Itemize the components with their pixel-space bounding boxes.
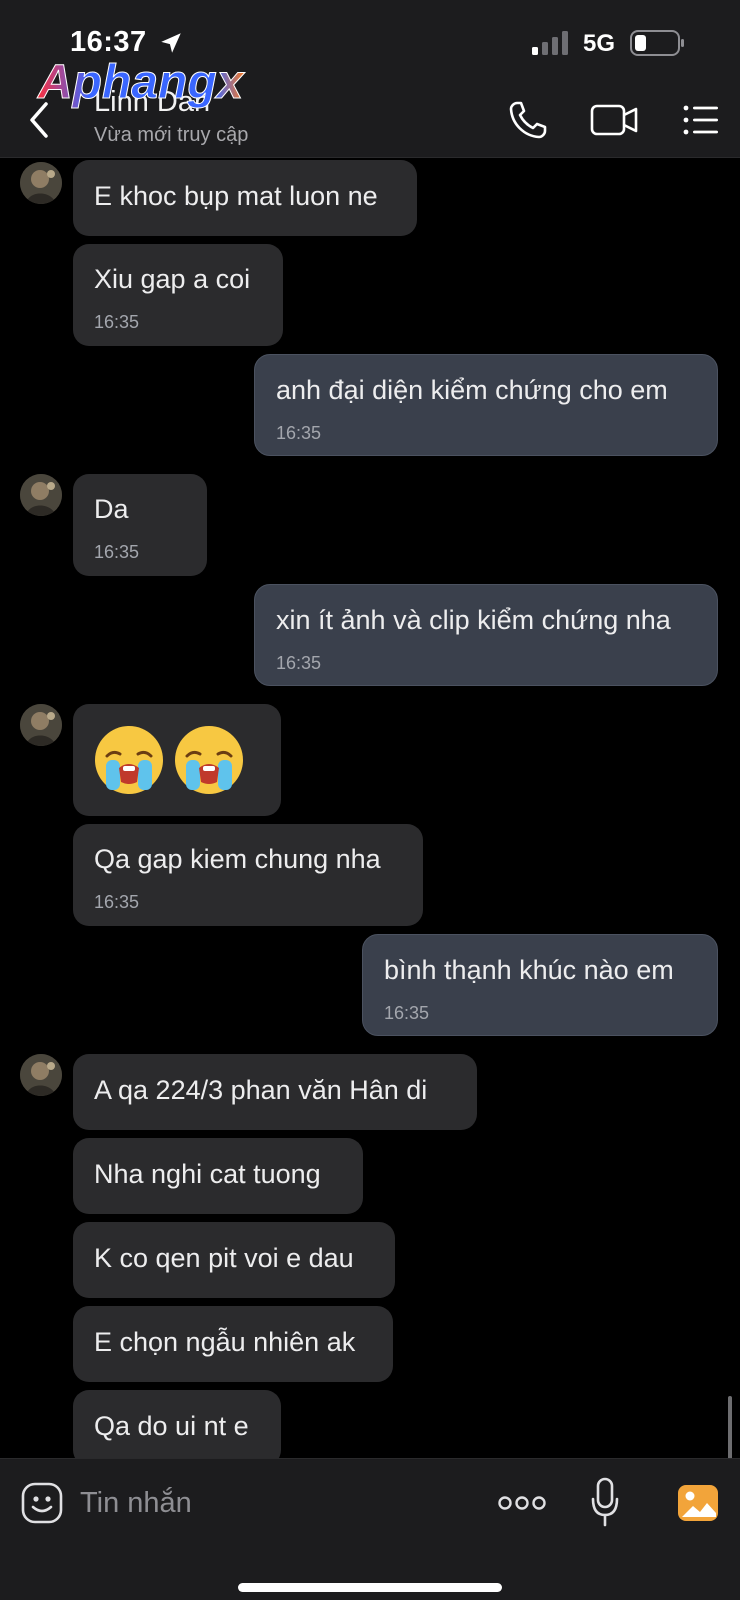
message-text: xin ít ảnh và clip kiểm chứng nha bbox=[276, 605, 671, 635]
watermark-text: Aphangx bbox=[37, 56, 246, 109]
location-arrow-icon bbox=[161, 33, 181, 53]
message-bubble-incoming[interactable]: Nha nghi cat tuong bbox=[73, 1138, 363, 1214]
scrollbar[interactable] bbox=[728, 1396, 732, 1458]
message-bubble-incoming[interactable]: E khoc bụp mat luon ne bbox=[73, 160, 417, 236]
message-text: Qa gap kiem chung nha bbox=[94, 844, 381, 874]
message-text: Da bbox=[94, 494, 129, 524]
message-composer bbox=[0, 1458, 740, 1600]
list-menu-icon[interactable] bbox=[682, 102, 720, 138]
message-text: bình thạnh khúc nào em bbox=[384, 955, 674, 985]
more-dots-icon[interactable] bbox=[498, 1489, 546, 1517]
message-input[interactable] bbox=[80, 1479, 460, 1527]
message-bubble-outgoing[interactable]: bình thạnh khúc nào em 16:35 bbox=[362, 934, 718, 1036]
video-camera-icon[interactable] bbox=[590, 102, 638, 138]
battery-icon bbox=[630, 30, 684, 56]
message-bubble-incoming[interactable]: Qa do ui nt e bbox=[73, 1390, 281, 1458]
sticker-face-icon[interactable] bbox=[20, 1481, 64, 1525]
image-gallery-icon[interactable] bbox=[676, 1481, 720, 1525]
signal-bars-icon bbox=[532, 31, 568, 55]
message-text: E khoc bụp mat luon ne bbox=[94, 181, 378, 211]
message-bubble-outgoing[interactable]: anh đại diện kiểm chứng cho em 16:35 bbox=[254, 354, 718, 456]
message-text: A qa 224/3 phan văn Hân di bbox=[94, 1075, 428, 1105]
microphone-icon[interactable] bbox=[590, 1477, 620, 1527]
network-label: 5G bbox=[583, 30, 616, 57]
message-text: anh đại diện kiểm chứng cho em bbox=[276, 375, 668, 405]
message-time: 16:35 bbox=[94, 542, 140, 562]
message-bubble-incoming[interactable]: A qa 224/3 phan văn Hân di bbox=[73, 1054, 477, 1130]
message-text: K co qen pit voi e dau bbox=[94, 1243, 354, 1273]
contact-avatar[interactable] bbox=[20, 704, 62, 746]
chat-header: 16:37 5G Linh Dan Vừa mới truy cập Aphan… bbox=[0, 0, 740, 158]
message-time: 16:35 bbox=[384, 1003, 430, 1023]
status-time: 16:37 bbox=[70, 26, 147, 58]
loudly-crying-face-icon bbox=[95, 726, 163, 794]
message-text: E chọn ngẫu nhiên ak bbox=[94, 1327, 356, 1357]
message-time: 16:35 bbox=[94, 892, 140, 912]
message-bubble-incoming[interactable]: E chọn ngẫu nhiên ak bbox=[73, 1306, 393, 1382]
contact-avatar[interactable] bbox=[20, 474, 62, 516]
message-time: 16:35 bbox=[276, 423, 322, 443]
home-indicator[interactable] bbox=[238, 1583, 502, 1592]
message-text: Qa do ui nt e bbox=[94, 1411, 249, 1441]
message-list[interactable]: E khoc bụp mat luon ne Xiu gap a coi 16:… bbox=[0, 158, 740, 1458]
contact-avatar[interactable] bbox=[20, 1054, 62, 1096]
message-bubble-outgoing[interactable]: xin ít ảnh và clip kiểm chứng nha 16:35 bbox=[254, 584, 718, 686]
message-bubble-incoming[interactable]: Xiu gap a coi 16:35 bbox=[73, 244, 283, 346]
message-bubble-incoming[interactable]: Da 16:35 bbox=[73, 474, 207, 576]
chevron-left-icon[interactable] bbox=[22, 98, 58, 142]
message-time: 16:35 bbox=[276, 653, 322, 673]
contact-avatar[interactable] bbox=[20, 162, 62, 204]
message-text: Xiu gap a coi bbox=[94, 264, 251, 294]
loudly-crying-face-icon bbox=[175, 726, 243, 794]
message-time: 16:35 bbox=[94, 312, 140, 332]
message-bubble-incoming[interactable]: Qa gap kiem chung nha 16:35 bbox=[73, 824, 423, 926]
message-bubble-incoming[interactable]: K co qen pit voi e dau bbox=[73, 1222, 395, 1298]
contact-status: Vừa mới truy cập bbox=[94, 124, 249, 146]
phone-icon[interactable] bbox=[508, 100, 548, 140]
message-bubble-incoming-emoji[interactable] bbox=[73, 704, 281, 816]
watermark-logo: Aphangx bbox=[37, 56, 247, 110]
message-text: Nha nghi cat tuong bbox=[94, 1159, 321, 1189]
